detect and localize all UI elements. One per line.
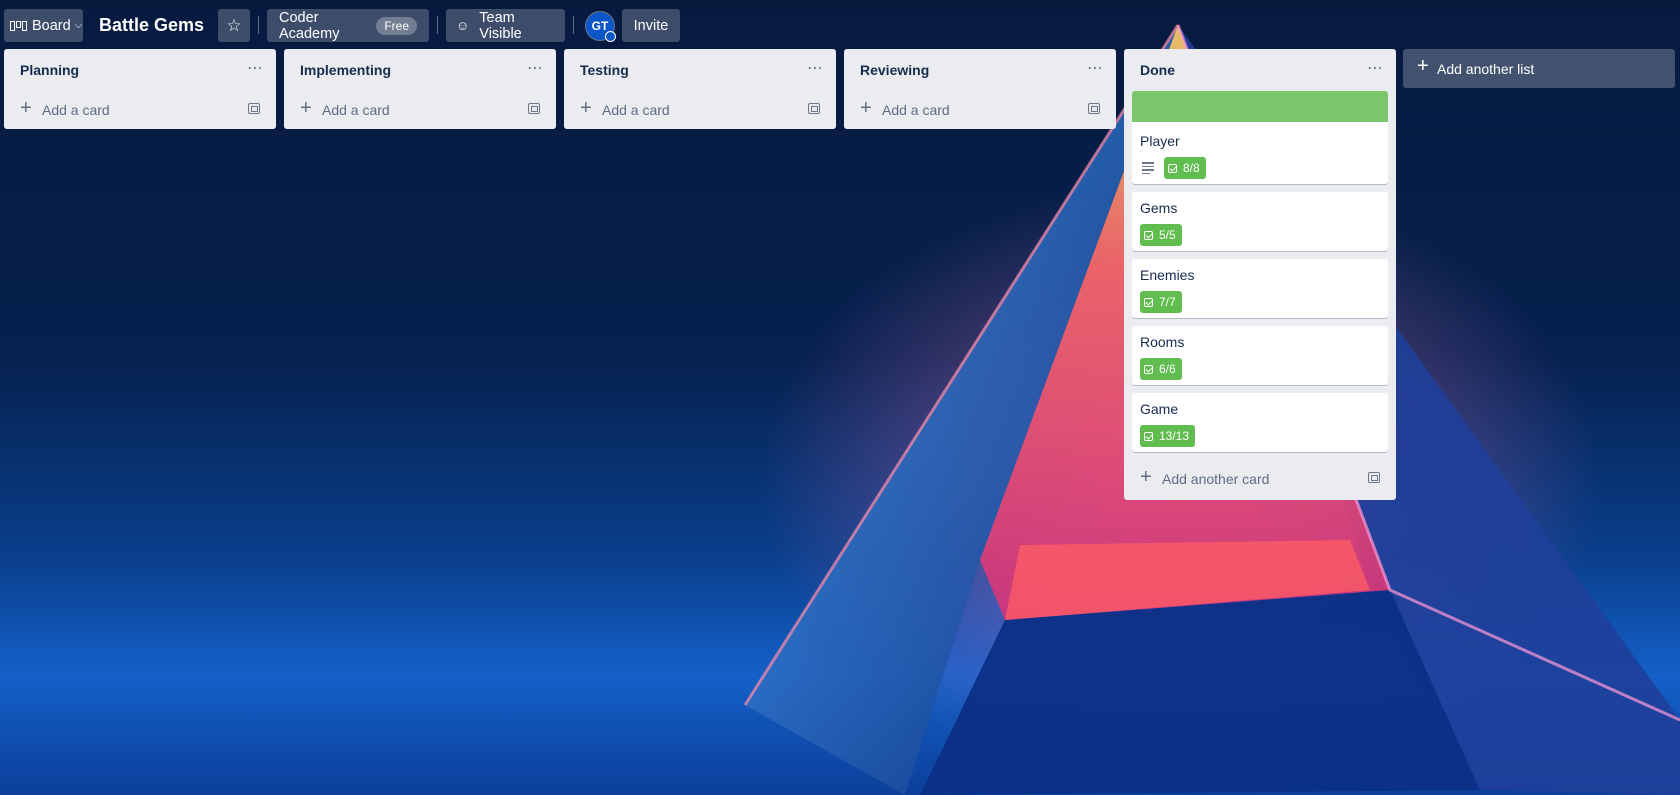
member-avatar[interactable]: GT [586,12,616,42]
header-divider [573,16,574,34]
card-template-icon[interactable] [808,103,820,114]
list-title[interactable]: Planning [20,62,79,78]
visibility-label: Team Visible [479,9,522,42]
checklist-badge: 5/5 [1140,224,1182,246]
header-divider [258,16,259,34]
checklist-icon [1168,163,1177,173]
add-card-label: Add a card [882,102,950,118]
plus-icon: + [860,97,872,119]
card-game[interactable]: Game 13/13 [1132,393,1388,452]
visibility-button[interactable]: ☺ Team Visible [446,9,565,42]
list-reviewing: Reviewing ⋯ + Add a card [844,49,1116,129]
add-card-button[interactable]: + Add a card [844,91,1116,129]
list-planning: Planning ⋯ + Add a card [4,49,276,129]
invite-label: Invite [633,17,669,34]
list-title[interactable]: Implementing [300,62,391,78]
avatar-initials: GT [591,19,609,33]
card-player[interactable]: Player 8/8 [1132,122,1388,184]
checklist-count: 8/8 [1183,161,1200,175]
board-header: Board ⌵ Battle Gems ☆ Coder Academy Free… [0,0,1680,48]
add-card-button[interactable]: + Add a card [4,91,276,129]
admin-icon [605,31,616,42]
add-list-label: Add another list [1437,61,1535,77]
board-view-label: Board [32,17,71,34]
list-title[interactable]: Reviewing [860,62,929,78]
plus-icon: + [20,97,32,119]
checklist-count: 5/5 [1159,228,1176,242]
list-title[interactable]: Testing [580,62,629,78]
ellipsis-icon[interactable]: ⋯ [1087,58,1104,78]
checklist-badge: 13/13 [1140,425,1196,447]
ellipsis-icon[interactable]: ⋯ [247,58,264,78]
board-view-switcher[interactable]: Board ⌵ [4,9,83,42]
card-title: Game [1140,401,1179,417]
list-header: Implementing ⋯ [284,49,556,91]
list-implementing: Implementing ⋯ + Add a card [284,49,556,129]
checklist-icon [1144,230,1153,240]
card-gems[interactable]: Gems 5/5 [1132,192,1388,251]
ellipsis-icon[interactable]: ⋯ [807,58,824,78]
plus-icon: + [300,97,312,119]
list-title[interactable]: Done [1140,62,1175,78]
board-title[interactable]: Battle Gems [99,9,204,42]
checklist-badge: 8/8 [1164,157,1206,179]
board-icon [10,20,27,31]
star-button[interactable]: ☆ [218,9,250,42]
card-title: Gems [1140,200,1178,216]
workspace-name: Coder Academy [279,9,340,42]
card-badges: 7/7 [1140,290,1380,314]
list-header: Testing ⋯ [564,49,836,91]
list-testing: Testing ⋯ + Add a card [564,49,836,129]
list-done: Done ⋯ Player 8/8 Gems 5/5 Enemies 7/7 R… [1124,49,1396,500]
add-card-button[interactable]: + Add a card [284,91,556,129]
add-list-button[interactable]: + Add another list [1403,49,1675,88]
list-header: Done ⋯ [1124,49,1396,91]
card-template-icon[interactable] [528,103,540,114]
add-card-label: Add a card [322,102,390,118]
invite-button[interactable]: Invite [622,9,680,42]
card-title: Enemies [1140,267,1195,283]
workspace-plan-badge: Free [376,16,417,35]
add-card-button[interactable]: + Add another card [1124,460,1396,500]
card-badges: 5/5 [1140,223,1380,247]
chevron-down-icon: ⌵ [74,20,83,31]
checklist-icon [1144,431,1153,441]
team-icon: ☺ [456,18,470,33]
plus-icon: + [580,97,592,119]
card-title: Player [1140,133,1180,149]
card-cover[interactable] [1132,91,1388,122]
add-card-label: Add a card [42,102,110,118]
add-card-button[interactable]: + Add a card [564,91,836,129]
card-enemies[interactable]: Enemies 7/7 [1132,259,1388,318]
list-header: Reviewing ⋯ [844,49,1116,91]
add-card-label: Add a card [602,102,670,118]
workspace-button[interactable]: Coder Academy Free [267,9,429,42]
star-icon: ☆ [226,15,242,35]
ellipsis-icon[interactable]: ⋯ [1367,58,1384,78]
list-header: Planning ⋯ [4,49,276,91]
checklist-count: 7/7 [1159,295,1176,309]
checklist-badge: 6/6 [1140,358,1182,380]
description-icon [1142,160,1154,176]
plus-icon: + [1140,466,1152,488]
card-title: Rooms [1140,334,1185,350]
checklist-icon [1144,297,1153,307]
checklist-count: 13/13 [1159,429,1190,443]
ellipsis-icon[interactable]: ⋯ [527,58,544,78]
card-template-icon[interactable] [1088,103,1100,114]
plus-icon: + [1417,55,1429,77]
checklist-icon [1144,364,1153,374]
card-template-icon[interactable] [1368,472,1380,483]
card-rooms[interactable]: Rooms 6/6 [1132,326,1388,385]
add-card-label: Add another card [1162,471,1270,487]
card-template-icon[interactable] [248,103,260,114]
checklist-count: 6/6 [1159,362,1176,376]
header-divider [437,16,438,34]
card-badges: 8/8 [1140,156,1380,180]
card-badges: 13/13 [1140,424,1380,448]
checklist-badge: 7/7 [1140,291,1182,313]
card-badges: 6/6 [1140,357,1380,381]
